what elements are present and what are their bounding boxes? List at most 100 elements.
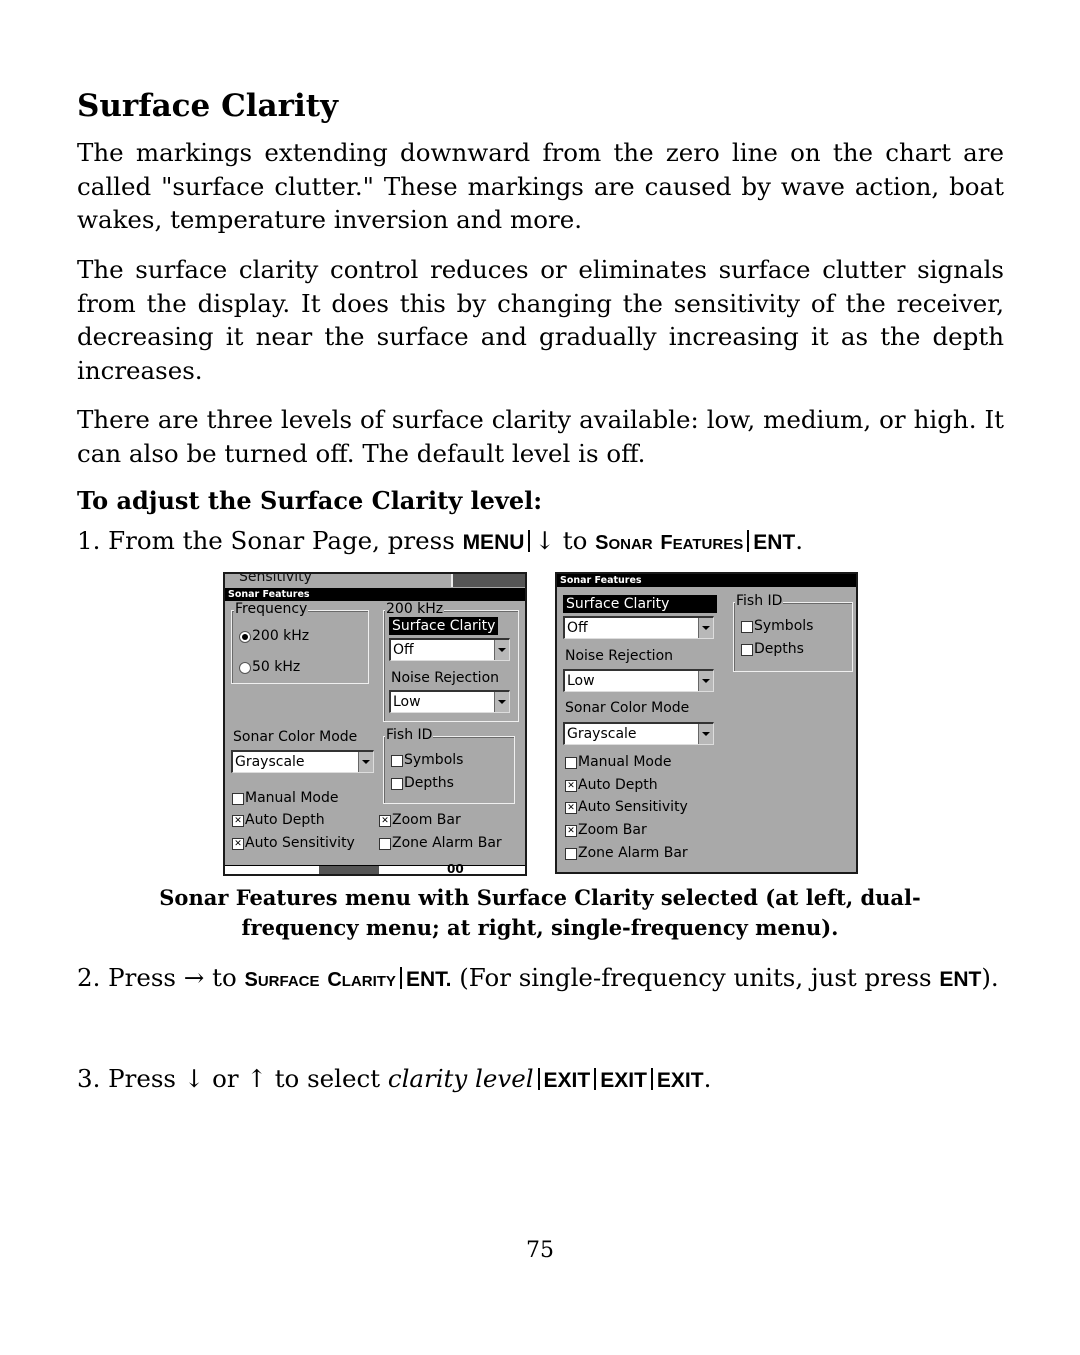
strip-number: 00: [447, 862, 464, 876]
auto-sensitivity-checkbox[interactable]: ✕: [565, 802, 577, 814]
chevron-down-icon[interactable]: [494, 640, 509, 660]
smallcaps-rest: URFACE: [257, 973, 320, 990]
zoom-bar-label: Zoom Bar: [578, 822, 647, 838]
frequency-group-label: Frequency: [234, 601, 309, 617]
radio-200khz[interactable]: [239, 631, 251, 643]
key-exit: EXIT: [543, 1069, 591, 1092]
separator: [399, 967, 402, 989]
punctuation: .: [703, 1064, 712, 1093]
sensitivity-label-behind: Sensitivity: [239, 572, 312, 585]
separator: [747, 530, 750, 552]
punctuation: .: [795, 526, 803, 555]
auto-sensitivity-checkbox[interactable]: ✕: [232, 838, 244, 850]
sonar-color-mode-label: Sonar Color Mode: [233, 729, 358, 745]
smallcaps-rest: LARITY: [341, 973, 396, 990]
chevron-down-icon[interactable]: [358, 752, 373, 772]
depths-checkbox[interactable]: [741, 644, 753, 656]
surface-clarity-label-selected[interactable]: Surface Clarity: [389, 617, 499, 635]
chevron-down-icon[interactable]: [698, 724, 713, 744]
key-ent: ENT.: [405, 968, 452, 991]
auto-depth-checkbox[interactable]: ✕: [232, 815, 244, 827]
manual-mode-checkbox[interactable]: [232, 793, 244, 805]
auto-depth-label: Auto Depth: [245, 812, 325, 828]
fish-id-group-label: Fish ID: [735, 593, 784, 609]
single-frequency-menu-screenshot: Sonar Features Surface Clarity Off Noise…: [555, 572, 858, 874]
menu-sonar-features: SONAR FEATURES: [595, 526, 743, 555]
sonar-color-mode-dropdown[interactable]: Grayscale: [231, 750, 374, 773]
separator: [650, 1068, 653, 1090]
smallcaps-initial: S: [244, 969, 258, 991]
symbols-checkbox[interactable]: [741, 621, 753, 633]
auto-depth-checkbox[interactable]: ✕: [565, 780, 577, 792]
manual-mode-label: Manual Mode: [245, 790, 339, 806]
key-exit: EXIT: [600, 1069, 647, 1092]
smallcaps-initial: F: [660, 532, 673, 554]
key-menu: MENU: [462, 531, 525, 554]
step-text: (For single-frequency units, just press: [451, 963, 940, 992]
surface-clarity-label-selected[interactable]: Surface Clarity: [563, 595, 717, 613]
200khz-group-label: 200 kHz: [385, 601, 445, 617]
step-3: 3. Press ↓ or ↑ to select clarity level E…: [77, 1062, 1004, 1098]
step-text: to select: [266, 1064, 388, 1093]
smallcaps-rest: ONAR: [608, 536, 653, 553]
smallcaps-initial: C: [327, 969, 342, 991]
step-text: 2. Press: [77, 963, 184, 992]
chevron-down-icon[interactable]: [698, 618, 713, 638]
step-text: 1. From the Sonar Page, press: [77, 526, 463, 555]
zoom-bar-checkbox[interactable]: ✕: [565, 825, 577, 837]
zone-alarm-bar-label: Zone Alarm Bar: [392, 835, 502, 851]
window-title: Sonar Features: [557, 574, 856, 587]
sensitivity-bar: [451, 574, 525, 587]
page-number: 75: [526, 1238, 554, 1263]
smallcaps-rest: EATURES: [672, 536, 744, 553]
zoom-bar-checkbox[interactable]: ✕: [379, 815, 391, 827]
dual-frequency-menu-screenshot: Sensitivity Sonar Features Frequency 200…: [223, 572, 527, 876]
figure-caption: Sonar Features menu with Surface Clarity…: [90, 883, 990, 943]
radio-50khz-label: 50 kHz: [252, 659, 301, 675]
down-arrow-icon: ↓: [183, 1064, 205, 1093]
step-2: 2. Press → to SURFACE CLARITY ENT. (For s…: [77, 961, 1004, 999]
paragraph-levels: There are three levels of surface clarit…: [77, 405, 1004, 468]
noise-rejection-value: Low: [567, 673, 595, 689]
clarity-level-placeholder: clarity level: [387, 1064, 534, 1093]
separator: [537, 1068, 540, 1090]
sonar-bottom-strip: 00: [225, 862, 525, 876]
noise-rejection-label: Noise Rejection: [391, 670, 500, 686]
step-text: to: [204, 963, 245, 992]
symbols-label: Symbols: [754, 618, 814, 634]
step-text: to: [554, 526, 596, 555]
chevron-down-icon[interactable]: [698, 671, 713, 691]
depths-checkbox[interactable]: [391, 778, 403, 790]
fish-id-group: [733, 602, 853, 672]
chevron-down-icon[interactable]: [494, 692, 509, 712]
zone-alarm-bar-checkbox[interactable]: [379, 838, 391, 850]
sonar-color-mode-value: Grayscale: [567, 726, 637, 742]
procedure-heading: To adjust the Surface Clarity level:: [77, 486, 543, 515]
fish-id-group-label: Fish ID: [385, 727, 434, 743]
surface-clarity-dropdown[interactable]: Off: [389, 638, 510, 661]
surface-clarity-dropdown[interactable]: Off: [563, 616, 714, 639]
up-arrow-icon: ↑: [246, 1064, 267, 1093]
key-ent: ENT: [753, 531, 796, 554]
radio-50khz[interactable]: [239, 662, 251, 674]
noise-rejection-dropdown[interactable]: Low: [389, 690, 510, 713]
key-ent: ENT: [939, 968, 982, 991]
sonar-color-mode-dropdown[interactable]: Grayscale: [563, 722, 714, 745]
noise-rejection-dropdown[interactable]: Low: [563, 669, 714, 692]
strip-frequency-block: [319, 866, 379, 874]
sonar-color-mode-value: Grayscale: [235, 754, 305, 770]
paragraph-clarity-control: The surface clarity control reduces or e…: [77, 255, 1004, 385]
surface-clarity-value: Off: [567, 620, 588, 636]
zone-alarm-bar-checkbox[interactable]: [565, 848, 577, 860]
auto-sensitivity-label: Auto Sensitivity: [245, 835, 355, 851]
depths-label: Depths: [404, 775, 454, 791]
auto-depth-label: Auto Depth: [578, 777, 658, 793]
paragraph-surface-clutter: The markings extending downward from the…: [77, 138, 1004, 234]
noise-rejection-label: Noise Rejection: [565, 648, 674, 664]
page-title: Surface Clarity: [77, 88, 339, 124]
depths-label: Depths: [754, 641, 804, 657]
manual-mode-checkbox[interactable]: [565, 757, 577, 769]
symbols-checkbox[interactable]: [391, 755, 403, 767]
auto-sensitivity-label: Auto Sensitivity: [578, 799, 688, 815]
smallcaps-initial: S: [595, 532, 609, 554]
